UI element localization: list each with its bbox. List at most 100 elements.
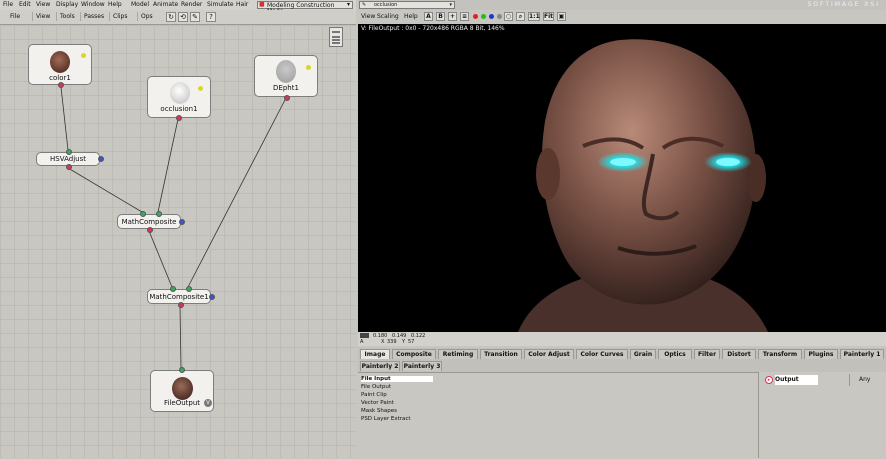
viewer-menu-help[interactable]: Help [404,13,418,20]
node-mathcomposite[interactable]: MathComposite [117,211,185,233]
tab-retiming[interactable]: Retiming [438,349,478,359]
output-port[interactable] [176,115,182,121]
red-channel-icon[interactable] [473,14,478,19]
tab-transition[interactable]: Transition [480,349,522,359]
menu-animate[interactable]: Animate [153,1,178,8]
toolbar-clips[interactable]: Clips [109,12,127,21]
viewer-menu-view[interactable]: View [361,13,375,20]
menu-edit[interactable]: Edit [19,1,31,8]
tab-painterly-1[interactable]: Painterly 1 [840,349,884,359]
input-port-b[interactable] [186,286,192,292]
render-output-icon[interactable]: V [204,399,212,407]
tab-filter[interactable]: Filter [694,349,720,359]
image-viewer[interactable]: V: FileOutput : 0x0 - 720x486 RGBA 8 Bit… [358,24,886,332]
link-hsv-math1-a [67,167,143,213]
output-port[interactable] [66,164,72,170]
region-icon[interactable]: ▣ [557,12,566,21]
mode-select[interactable]: ■ Modeling Construction Mode ▾ [257,1,353,15]
divider [849,374,850,386]
output-port[interactable] [147,227,153,233]
toolbar-file[interactable]: File [10,12,20,21]
refresh-icon[interactable]: ↻ [166,12,176,22]
toolbar-ops[interactable]: Ops [137,12,153,21]
tool-file-input[interactable]: File Input [361,376,433,382]
ab-a-button[interactable]: A [424,12,433,21]
tab-plugins[interactable]: Plugins [804,349,838,359]
mask-port[interactable] [98,156,104,162]
zoom-icon[interactable]: ⌕ [516,12,525,21]
help-icon[interactable]: ? [206,12,216,22]
tool-file-output[interactable]: File Output [361,384,391,390]
clip-select-value: occlusion [374,2,398,8]
menu-window[interactable]: Window [81,1,105,8]
node-occlusion1[interactable]: occlusion1 [147,76,211,121]
input-port-b[interactable] [156,211,162,217]
input-port-a[interactable] [170,286,176,292]
mask-port[interactable] [179,219,185,225]
link-math2-fileoutput [179,305,182,370]
fit-button[interactable]: Fit [543,12,554,21]
node-fileoutput[interactable]: FileOutput V [150,367,214,412]
tool-mask-shapes[interactable]: Mask Shapes [361,408,397,414]
link-depth-math2-b [187,97,287,288]
brand-logo: SOFTIMAGE XSI [807,1,880,8]
brush-icon[interactable]: ✎ [190,12,200,22]
node-depth1[interactable]: DEpht1 [254,55,318,101]
node-mathcomposite1[interactable]: MathComposite1 [147,286,215,308]
face-thumbnail-icon [172,377,193,400]
green-channel-icon[interactable] [481,14,486,19]
ab-b-button[interactable]: B [436,12,445,21]
tab-grain[interactable]: Grain [630,349,656,359]
pixel-info-bar: 0.180 0.149 0.122 A X 339 Y 57 [358,332,886,346]
tab-composite[interactable]: Composite [392,349,436,359]
tool-paint-clip[interactable]: Paint Clip [361,392,387,398]
tab-optics[interactable]: Optics [658,349,692,359]
menu-simulate[interactable]: Simulate [207,1,234,8]
actual-size-button[interactable]: 1:1 [528,12,540,21]
toolbar-view[interactable]: View [32,12,50,21]
node-label: occlusion1 [160,105,198,113]
tab-color-curves[interactable]: Color Curves [576,349,628,359]
node-hsvadjust[interactable]: HSVAdjust [36,149,104,170]
thumbnail-toggle-icon[interactable] [329,27,343,47]
menu-model[interactable]: Model [131,1,149,8]
blue-channel-icon[interactable] [489,14,494,19]
toolbar-tools[interactable]: Tools [56,12,75,21]
tool-psd-layer-extract[interactable]: PSD Layer Extract [361,416,411,422]
tab-distort[interactable]: Distort [722,349,756,359]
tool-vector-paint[interactable]: Vector Paint [361,400,394,406]
viewer-menu-scaling[interactable]: Scaling [377,13,399,20]
mask-port[interactable] [209,294,215,300]
update-icon[interactable]: ⟲ [178,12,188,22]
output-field[interactable]: Output [775,375,818,385]
menu-file[interactable]: File [3,1,13,8]
mode-icon: ■ [259,1,265,8]
pixel-x: 339 [387,339,397,345]
tab-painterly-2[interactable]: Painterly 2 [360,361,400,371]
clip-select[interactable]: ✎ occlusion ▾ [359,1,455,9]
face-thumbnail-icon [276,60,296,83]
output-port[interactable] [284,95,290,101]
input-port-a[interactable] [140,211,146,217]
rgba-icon[interactable]: ○ [504,12,513,21]
menu-view[interactable]: View [36,1,50,8]
active-indicator-icon [198,86,203,91]
node-color1[interactable]: color1 [28,44,92,88]
crosshair-icon[interactable]: + [448,12,457,21]
node-label: MathComposite [121,218,177,226]
input-port[interactable] [179,367,185,373]
output-port[interactable] [178,302,184,308]
alpha-channel-icon[interactable] [497,14,502,19]
menu-help[interactable]: Help [108,1,122,8]
menu-hair[interactable]: Hair [236,1,248,8]
split-icon[interactable]: ≡ [460,12,469,21]
tab-transform[interactable]: Transform [758,349,802,359]
toolbar-passes[interactable]: Passes [80,12,104,21]
menu-render[interactable]: Render [181,1,202,8]
tab-painterly-3[interactable]: Painterly 3 [402,361,442,371]
fx-tree-graph[interactable]: color1 occlusion1 DEpht1 HSVAdjust MathC… [0,25,356,458]
menu-display[interactable]: Display [56,1,78,8]
tab-image[interactable]: Image [360,349,390,359]
tab-color-adjust[interactable]: Color Adjust [524,349,574,359]
output-port[interactable] [58,82,64,88]
